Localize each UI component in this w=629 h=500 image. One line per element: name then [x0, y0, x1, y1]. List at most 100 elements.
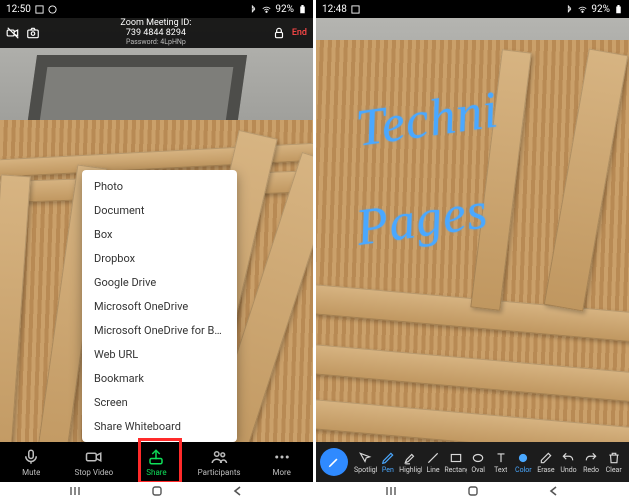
share-menu-item[interactable]: Google Drive — [82, 270, 237, 294]
share-menu-item[interactable]: Web URL — [82, 342, 237, 366]
switch-camera-icon[interactable] — [26, 26, 40, 40]
participants-label: Participants — [198, 468, 241, 477]
clear-tool[interactable]: Clear — [602, 451, 625, 474]
status-time: 12:50 — [6, 4, 31, 15]
meeting-password: Password: 4LpHNp — [126, 38, 186, 46]
share-menu-item[interactable]: Bookmark — [82, 366, 237, 390]
text-icon — [494, 451, 508, 465]
zoom-bottom-bar: Mute Stop Video Share Participants More — [0, 442, 313, 482]
notif-icon — [35, 5, 44, 14]
share-menu-item[interactable]: Share Whiteboard — [82, 414, 237, 438]
more-icon — [273, 448, 291, 466]
notif-icon — [48, 5, 57, 14]
end-button[interactable]: End — [292, 28, 307, 38]
zoom-top-bar: Zoom Meeting ID: 739 4844 8294 Password:… — [0, 18, 313, 48]
tool-label: Oval — [471, 466, 485, 474]
share-menu-item[interactable]: Screen — [82, 390, 237, 414]
tool-label: Redo — [583, 466, 599, 474]
rectangle-tool[interactable]: Rectangle — [444, 451, 467, 474]
tool-label: Erase — [537, 466, 554, 474]
back-button[interactable] — [547, 484, 561, 498]
highlight-tool[interactable]: Highlight — [399, 451, 422, 474]
back-button[interactable] — [231, 484, 245, 498]
redo-icon — [584, 451, 598, 465]
tool-label: Color — [515, 466, 532, 474]
pen-tool[interactable]: Pen — [377, 451, 400, 474]
phone-left: 12:50 92% Zoom Meeting ID: 739 4844 8294… — [0, 0, 313, 500]
meeting-id-label: Zoom Meeting ID: — [120, 18, 191, 28]
color-icon — [516, 451, 530, 465]
lock-icon[interactable] — [272, 26, 286, 40]
pen-icon — [381, 451, 395, 465]
status-battery: 92% — [275, 4, 294, 15]
tool-label: Pen — [382, 466, 394, 474]
bluetooth-icon — [249, 5, 258, 14]
participants-button[interactable]: Participants — [193, 448, 245, 477]
share-button[interactable]: Share — [130, 448, 182, 477]
mute-button[interactable]: Mute — [5, 448, 57, 477]
status-battery: 92% — [591, 4, 610, 15]
oval-icon — [471, 451, 485, 465]
text-tool[interactable]: Text — [489, 451, 512, 474]
mute-label: Mute — [22, 468, 40, 477]
spotlight-icon — [358, 451, 372, 465]
trash-icon — [607, 451, 621, 465]
color-tool[interactable]: Color — [512, 451, 535, 474]
annotation-toolbar: Spotlight Pen Highlight Line Rectangle O… — [316, 442, 629, 482]
camera-off-icon[interactable] — [6, 26, 20, 40]
notif-icon — [351, 5, 360, 14]
undo-icon — [561, 451, 575, 465]
line-icon — [426, 451, 440, 465]
tool-label: Undo — [560, 466, 576, 474]
more-label: More — [272, 468, 290, 477]
bluetooth-icon — [565, 5, 574, 14]
share-menu-item[interactable]: Photo — [82, 174, 237, 198]
status-time: 12:48 — [322, 4, 347, 15]
stop-video-button[interactable]: Stop Video — [68, 448, 120, 477]
erase-tool[interactable]: Erase — [535, 451, 558, 474]
tool-label: Text — [494, 466, 507, 474]
video-icon — [85, 448, 103, 466]
share-menu-item[interactable]: Dropbox — [82, 246, 237, 270]
spotlight-tool[interactable]: Spotlight — [354, 451, 377, 474]
wifi-icon — [262, 5, 271, 14]
share-menu-item[interactable]: Microsoft OneDrive — [82, 294, 237, 318]
stop-video-label: Stop Video — [75, 468, 114, 477]
android-nav-bar — [316, 482, 629, 500]
redo-tool[interactable]: Redo — [580, 451, 603, 474]
pencil-icon — [327, 455, 341, 469]
undo-tool[interactable]: Undo — [557, 451, 580, 474]
tool-label: Clear — [606, 466, 622, 474]
share-menu-item[interactable]: Box — [82, 222, 237, 246]
meeting-id: 739 4844 8294 — [126, 28, 186, 38]
tool-label: Line — [426, 466, 439, 474]
tool-label: Rectangle — [444, 466, 467, 474]
tool-label: Spotlight — [354, 466, 377, 474]
wifi-icon — [578, 5, 587, 14]
battery-icon — [614, 5, 623, 14]
erase-icon — [539, 451, 553, 465]
status-bar: 12:48 92% — [316, 0, 629, 18]
share-icon — [147, 448, 165, 466]
home-button[interactable] — [466, 484, 480, 498]
share-menu: Photo Document Box Dropbox Google Drive … — [82, 170, 237, 442]
recents-button[interactable] — [68, 484, 82, 498]
highlight-icon — [403, 451, 417, 465]
participants-icon — [210, 448, 228, 466]
recents-button[interactable] — [384, 484, 398, 498]
more-button[interactable]: More — [256, 448, 308, 477]
phone-right: Techni Pages 12:48 92% Spotlight Pen — [316, 0, 629, 500]
share-label: Share — [146, 468, 166, 477]
tool-label: Highlight — [399, 466, 422, 474]
oval-tool[interactable]: Oval — [467, 451, 490, 474]
battery-icon — [298, 5, 307, 14]
status-bar: 12:50 92% — [0, 0, 313, 18]
rectangle-icon — [449, 451, 463, 465]
android-nav-bar — [0, 482, 313, 500]
home-button[interactable] — [150, 484, 164, 498]
mic-icon — [22, 448, 40, 466]
share-menu-item[interactable]: Microsoft OneDrive for Business — [82, 318, 237, 342]
line-tool[interactable]: Line — [422, 451, 445, 474]
share-menu-item[interactable]: Document — [82, 198, 237, 222]
pencil-fab[interactable] — [320, 448, 348, 476]
